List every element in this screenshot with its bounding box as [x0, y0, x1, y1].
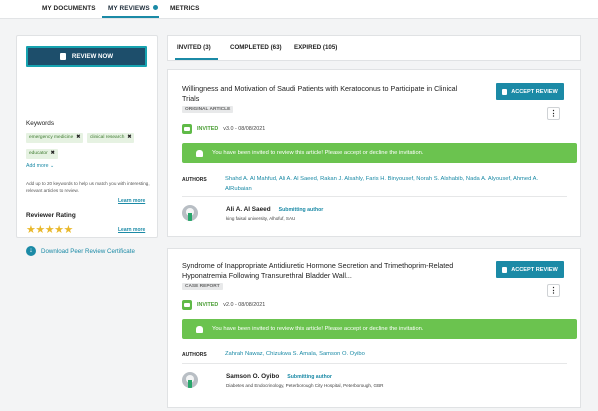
top-nav: MY DOCUMENTS MY REVIEWS METRICS	[0, 0, 598, 19]
invitation-banner: You have been invited to review this art…	[182, 319, 577, 339]
calendar-icon	[182, 124, 192, 134]
tab-metrics[interactable]: METRICS	[170, 5, 199, 12]
remove-keyword-icon[interactable]: ✖	[127, 135, 131, 140]
tab-my-reviews[interactable]: MY REVIEWS	[108, 5, 158, 12]
notification-dot-icon	[152, 5, 158, 10]
sidebar: REVIEW NOW Keywords emergency medicine ✖ …	[16, 35, 158, 256]
keywords-title: Keywords	[26, 120, 55, 127]
add-more-label: Add more	[26, 163, 49, 169]
review-invitation-card: Syndrome of Inappropriate Antidiuretic H…	[167, 248, 581, 408]
calendar-icon	[182, 300, 192, 310]
article-title[interactable]: Willingness and Motivation of Saudi Pati…	[182, 84, 472, 104]
status-badge: INVITED	[197, 126, 219, 132]
submitter-name: Ali A. Al Saeed	[226, 206, 271, 213]
review-invitation-card: Willingness and Motivation of Saudi Pati…	[167, 69, 581, 237]
authors-label: AUTHORS	[182, 177, 207, 183]
invitation-banner-text: You have been invited to review this art…	[212, 326, 424, 332]
submitter-role: Submitting author	[287, 374, 332, 380]
review-status-tabs: INVITED (3) COMPLETED (63) EXPIRED (105)	[167, 35, 581, 61]
active-tab-underline	[102, 16, 159, 18]
learn-more-link[interactable]: Learn more	[118, 227, 145, 233]
submitter-affiliation: Diabetes and Endocrinology, Peterborough…	[226, 383, 384, 388]
bell-icon	[196, 149, 203, 157]
review-now-label: REVIEW NOW	[71, 53, 114, 60]
learn-more-link[interactable]: Learn more	[118, 198, 145, 204]
tab-expired[interactable]: EXPIRED (105)	[294, 44, 337, 51]
divider	[182, 196, 567, 197]
document-icon	[502, 266, 508, 273]
avatar	[182, 205, 198, 221]
more-options-icon[interactable]: ⋮	[547, 107, 560, 120]
keywords-help-text: Add up to 20 keywords to help us match y…	[26, 181, 150, 193]
submitting-author: Samson O. Oyibo Submitting author	[226, 373, 332, 380]
keyword-chip: emergency medicine ✖	[26, 133, 84, 143]
document-icon	[502, 88, 508, 95]
authors-list[interactable]: Shahd A. Al Mahfud, Ali A. Al Saeed, Rak…	[225, 174, 565, 194]
accept-review-label: ACCEPT REVIEW	[511, 266, 558, 273]
article-type-badge: CASE REPORT	[182, 283, 223, 290]
keyword-chip: educator ✖	[26, 149, 58, 159]
accept-review-button[interactable]: ACCEPT REVIEW	[496, 261, 564, 278]
version-date: v2.0 - 08/08/2021	[223, 302, 266, 308]
version-date: v3.0 - 08/08/2021	[223, 126, 266, 132]
active-subtab-underline	[175, 58, 218, 60]
more-options-icon[interactable]: ⋮	[547, 284, 560, 297]
rating-stars: ★★★★★	[26, 223, 73, 236]
keyword-label: clinical research	[90, 135, 125, 140]
keyword-label: educator	[29, 151, 48, 156]
article-title[interactable]: Syndrome of Inappropriate Antidiuretic H…	[182, 261, 472, 281]
remove-keyword-icon[interactable]: ✖	[76, 135, 80, 140]
article-type-badge: ORIGINAL ARTICLE	[182, 106, 234, 113]
avatar	[182, 372, 198, 388]
download-certificate-label: Download Peer Review Certificate	[41, 247, 135, 255]
download-icon: ↓	[26, 246, 36, 256]
submitter-affiliation: king faisal university, Alhofuf, SAU	[226, 216, 296, 221]
keyword-chip: clinical research ✖	[87, 133, 135, 143]
divider	[182, 363, 567, 364]
tab-my-reviews-label: MY REVIEWS	[108, 5, 150, 12]
review-now-button[interactable]: REVIEW NOW	[26, 46, 147, 67]
star-icons: ★★★★★	[26, 224, 73, 236]
remove-keyword-icon[interactable]: ✖	[51, 151, 55, 156]
reviewer-rating-title: Reviewer Rating	[26, 212, 76, 219]
tab-completed[interactable]: COMPLETED (63)	[230, 44, 282, 51]
chevron-down-icon: ⌄	[49, 163, 55, 169]
invitation-banner-text: You have been invited to review this art…	[212, 150, 424, 156]
status-badge: INVITED	[197, 302, 219, 308]
document-icon	[59, 53, 66, 60]
accept-review-button[interactable]: ACCEPT REVIEW	[496, 83, 564, 100]
bell-icon	[196, 325, 203, 333]
add-more-link[interactable]: Add more ⌄	[26, 163, 54, 169]
submitter-role: Submitting author	[278, 207, 324, 213]
status-row: INVITED v3.0 - 08/08/2021	[182, 124, 265, 134]
download-certificate-link[interactable]: ↓ Download Peer Review Certificate	[26, 246, 135, 256]
submitter-name: Samson O. Oyibo	[226, 373, 280, 380]
keyword-label: emergency medicine	[29, 135, 74, 140]
status-row: INVITED v2.0 - 08/08/2021	[182, 300, 265, 310]
authors-label: AUTHORS	[182, 352, 207, 358]
accept-review-label: ACCEPT REVIEW	[511, 88, 558, 95]
invitation-banner: You have been invited to review this art…	[182, 143, 577, 163]
submitting-author: Ali A. Al Saeed Submitting author	[226, 206, 323, 213]
tab-invited[interactable]: INVITED (3)	[177, 44, 211, 51]
tab-my-documents[interactable]: MY DOCUMENTS	[42, 5, 96, 12]
authors-list[interactable]: Zahrah Nawaz, Chizukwa S. Amala, Samson …	[225, 349, 565, 359]
